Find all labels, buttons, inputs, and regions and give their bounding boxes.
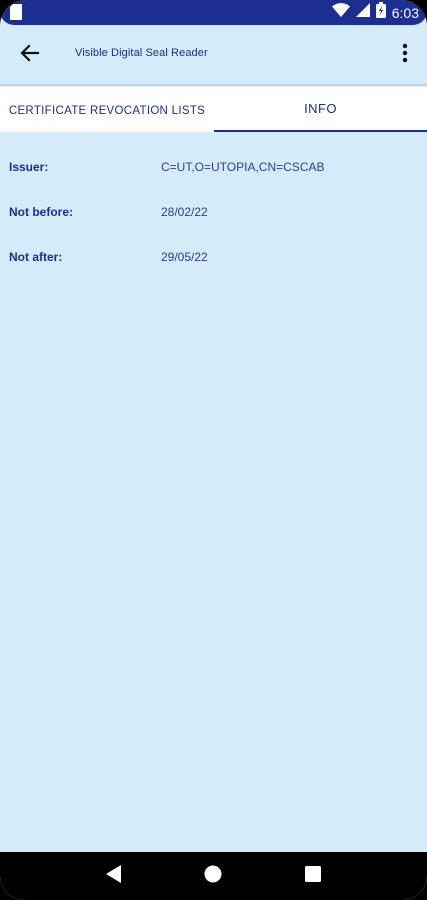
app-bar: Visible Digital Seal Reader [0, 25, 427, 85]
issuer-value: C=UT,O=UTOPIA,CN=CSCAB [161, 160, 325, 174]
selected-tab-indicator [214, 130, 427, 132]
not-after-label: Not after: [9, 250, 63, 264]
status-bar: 6:03 [0, 0, 427, 25]
status-icons: 6:03 [331, 2, 419, 23]
issuer-label: Issuer: [9, 160, 49, 174]
back-button[interactable] [14, 39, 46, 71]
more-vert-icon [402, 43, 408, 68]
nav-back-button[interactable] [99, 861, 129, 891]
not-before-row: Not before: 28/02/22 [0, 205, 427, 225]
app-screen: 6:03 Visible Digital Seal Reader CERTIFI… [0, 0, 427, 900]
tab-info[interactable]: INFO [214, 87, 427, 132]
sim-card-icon [10, 4, 22, 20]
wifi-icon [331, 3, 350, 22]
nav-back-icon [105, 864, 122, 888]
not-before-value: 28/02/22 [161, 205, 208, 219]
nav-home-button[interactable] [198, 861, 228, 891]
more-options-button[interactable] [395, 39, 415, 71]
system-navigation-bar [0, 852, 427, 900]
nav-home-icon [204, 865, 222, 888]
arrow-back-icon [20, 43, 40, 68]
tab-certificate-revocation-lists[interactable]: CERTIFICATE REVOCATION LISTS [0, 87, 214, 132]
not-after-row: Not after: 29/05/22 [0, 250, 427, 270]
not-after-value: 29/05/22 [161, 250, 208, 264]
nav-recents-button[interactable] [298, 861, 328, 891]
battery-icon [375, 2, 386, 23]
not-before-label: Not before: [9, 205, 73, 219]
page-title: Visible Digital Seal Reader [75, 47, 208, 59]
signal-icon [355, 3, 370, 22]
tab-bar: CERTIFICATE REVOCATION LISTS INFO [0, 87, 427, 132]
nav-recents-icon [305, 865, 322, 887]
issuer-row: Issuer: C=UT,O=UTOPIA,CN=CSCAB [0, 160, 427, 180]
status-time: 6:03 [391, 4, 419, 21]
